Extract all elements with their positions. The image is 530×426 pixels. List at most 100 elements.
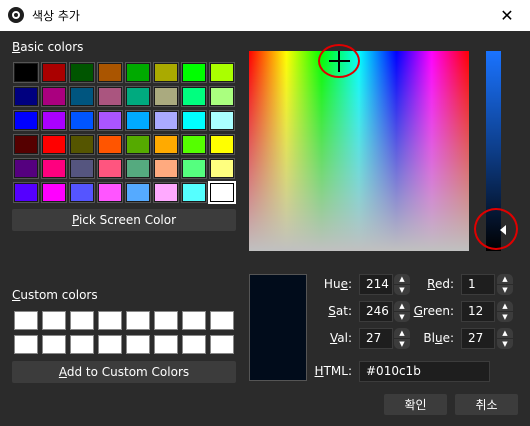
custom-color-swatch[interactable] [42,311,66,330]
basic-color-swatch[interactable] [97,182,123,203]
red-up-icon[interactable]: ▲ [497,274,513,284]
basic-color-swatch[interactable] [209,86,235,107]
ok-button[interactable]: 확인 [384,394,447,415]
green-down-icon[interactable]: ▼ [497,312,513,322]
basic-color-swatch[interactable] [181,182,207,203]
basic-color-swatch[interactable] [209,158,235,179]
custom-color-swatch[interactable] [210,335,234,354]
basic-color-swatch[interactable] [125,158,151,179]
blue-down-icon[interactable]: ▼ [497,339,513,349]
custom-color-swatch[interactable] [98,335,122,354]
val-spinbox[interactable]: 27 [359,328,393,349]
custom-colors-label-text: ustom colors [20,288,98,302]
html-hex-input[interactable]: #010c1b [359,361,490,382]
basic-color-swatch[interactable] [97,110,123,131]
basic-color-swatch[interactable] [181,110,207,131]
blue-label: Blue: [410,331,454,345]
basic-color-swatch[interactable] [69,158,95,179]
close-button[interactable]: ✕ [484,0,530,31]
val-up-icon[interactable]: ▲ [394,328,410,338]
basic-color-swatch[interactable] [125,110,151,131]
red-stepper: ▲ ▼ [497,274,513,295]
val-label: Val: [310,331,352,345]
basic-color-swatch[interactable] [181,134,207,155]
pick-screen-color-button[interactable]: Pick Screen Color [12,209,236,231]
blue-up-icon[interactable]: ▲ [497,328,513,338]
custom-color-swatch[interactable] [126,335,150,354]
basic-color-swatch[interactable] [153,86,179,107]
basic-color-swatch[interactable] [69,86,95,107]
basic-color-swatch[interactable] [125,134,151,155]
sat-spinbox[interactable]: 246 [359,301,393,322]
basic-color-swatch[interactable] [41,62,67,83]
arrow-highlight-circle [474,208,518,250]
basic-color-swatch[interactable] [181,62,207,83]
basic-color-swatch[interactable] [208,181,236,204]
basic-color-swatch[interactable] [69,62,95,83]
basic-color-swatch[interactable] [181,158,207,179]
basic-color-swatch[interactable] [13,134,39,155]
custom-color-swatch[interactable] [126,311,150,330]
green-spinbox[interactable]: 12 [461,301,495,322]
hue-saturation-spectrum[interactable] [249,51,469,251]
basic-color-swatch[interactable] [13,182,39,203]
custom-color-swatch[interactable] [182,335,206,354]
basic-color-swatch[interactable] [41,182,67,203]
basic-color-swatch[interactable] [181,86,207,107]
basic-color-swatch[interactable] [209,110,235,131]
custom-color-swatch[interactable] [182,311,206,330]
basic-color-swatch[interactable] [153,182,179,203]
basic-color-swatch[interactable] [153,158,179,179]
basic-color-swatch[interactable] [97,158,123,179]
custom-color-swatch[interactable] [70,311,94,330]
val-down-icon[interactable]: ▼ [394,339,410,349]
basic-color-swatch[interactable] [41,158,67,179]
basic-color-swatch[interactable] [69,134,95,155]
hue-down-icon[interactable]: ▼ [394,285,410,295]
basic-color-swatch[interactable] [13,110,39,131]
hue-up-icon[interactable]: ▲ [394,274,410,284]
custom-color-swatch[interactable] [98,311,122,330]
blue-spinbox[interactable]: 27 [461,328,495,349]
basic-color-swatch[interactable] [41,86,67,107]
hue-spinbox[interactable]: 214 [359,274,393,295]
basic-color-swatch[interactable] [125,182,151,203]
basic-color-swatch[interactable] [153,134,179,155]
basic-color-swatch[interactable] [97,86,123,107]
custom-color-swatch[interactable] [210,311,234,330]
blue-stepper: ▲ ▼ [497,328,513,349]
custom-color-swatch[interactable] [42,335,66,354]
basic-color-swatch[interactable] [13,158,39,179]
basic-color-swatch[interactable] [209,134,235,155]
red-down-icon[interactable]: ▼ [497,285,513,295]
cancel-button[interactable]: 취소 [455,394,518,415]
custom-color-swatch[interactable] [14,335,38,354]
custom-color-swatch[interactable] [154,311,178,330]
basic-color-swatch[interactable] [153,62,179,83]
basic-color-swatch[interactable] [125,62,151,83]
basic-color-swatch[interactable] [69,182,95,203]
sat-label: Sat: [310,304,352,318]
basic-colors-label: Basic colors [12,40,83,54]
hue-label-mnemonic: e [340,277,348,291]
basic-color-swatch[interactable] [209,62,235,83]
custom-color-swatch[interactable] [14,311,38,330]
red-spinbox[interactable]: 1 [461,274,495,295]
crosshair-highlight-circle [318,44,360,78]
basic-color-swatch[interactable] [69,110,95,131]
basic-color-swatch[interactable] [97,134,123,155]
custom-color-swatch[interactable] [70,335,94,354]
basic-color-swatch[interactable] [13,86,39,107]
basic-color-swatch[interactable] [41,134,67,155]
add-to-custom-colors-button[interactable]: Add to Custom Colors [12,361,236,383]
basic-color-swatch[interactable] [153,110,179,131]
green-up-icon[interactable]: ▲ [497,301,513,311]
basic-color-swatch[interactable] [41,110,67,131]
basic-colors-mnemonic: B [12,40,21,54]
pick-screen-label: ick Screen Color [78,213,177,227]
basic-color-swatch[interactable] [125,86,151,107]
basic-color-swatch[interactable] [97,62,123,83]
color-preview [249,274,307,381]
custom-color-swatch[interactable] [154,335,178,354]
basic-color-swatch[interactable] [13,62,39,83]
